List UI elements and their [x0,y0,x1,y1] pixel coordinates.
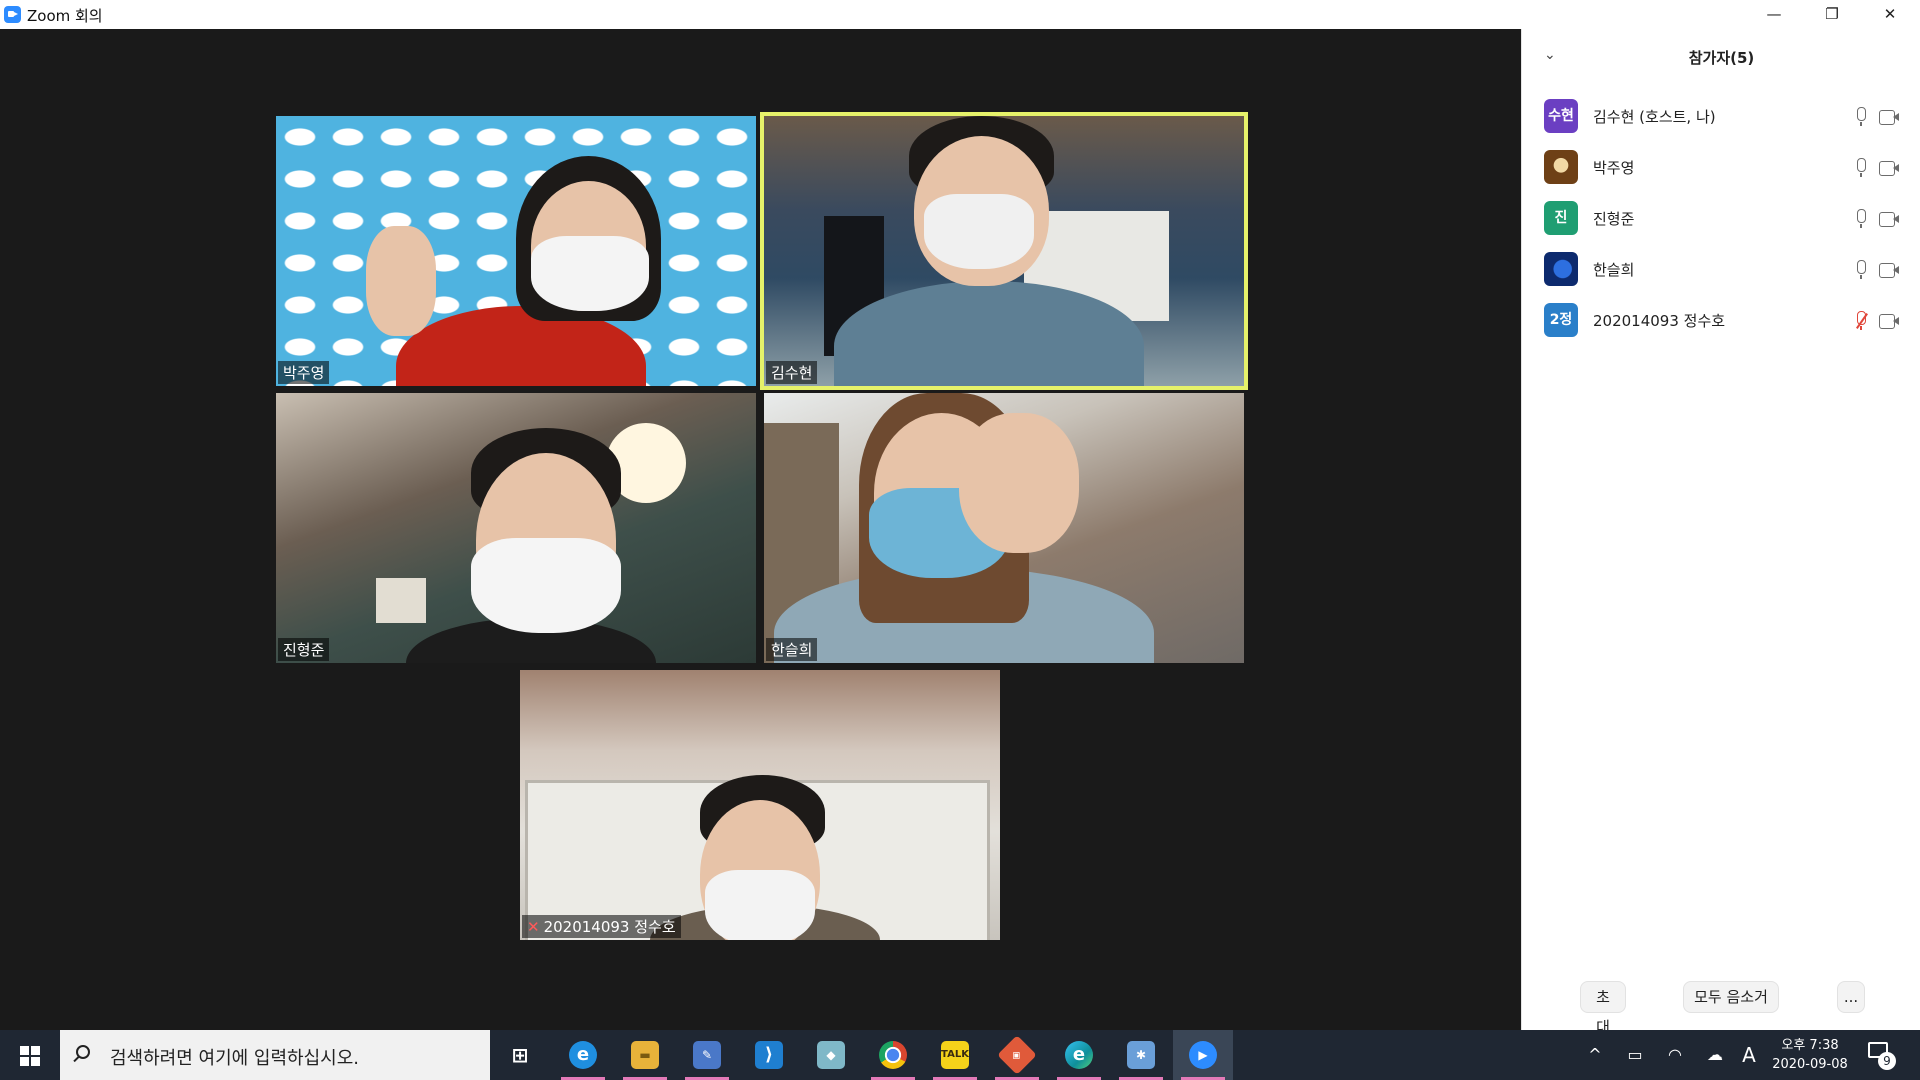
avatar: 2정 [1544,303,1578,337]
participant-name: 진형준 [1593,210,1635,228]
camera-icon[interactable] [1879,263,1901,278]
paint-icon[interactable]: ✱ [1111,1030,1171,1080]
video-gallery: 박주영 김수현 진형준 한슬희 ✕ 202014093 정수호 [0,29,1521,1030]
notification-center-icon[interactable]: 9 [1868,1042,1896,1070]
search-placeholder: 검색하려면 여기에 입력하십시오. [110,1048,360,1069]
kakaotalk-icon[interactable]: TALK [925,1030,985,1080]
vscode-glyph: ⟩ [755,1041,783,1069]
camera-icon[interactable] [1879,212,1901,227]
paint-glyph: ✱ [1127,1041,1155,1069]
close-button[interactable]: ✕ [1861,0,1919,29]
system-clock[interactable]: 오후 7:38 2020-09-08 [1765,1036,1855,1074]
participant-name-text: 202014093 정수호 [543,918,676,936]
video-tile-kim[interactable]: 김수현 [760,112,1248,390]
panel-footer: 초대 모두 음소거 ... [1522,981,1920,1036]
window-title: Zoom 회의 [27,7,103,25]
invite-button[interactable]: 초대 [1580,981,1626,1036]
internet-explorer-icon[interactable]: e [553,1030,613,1080]
panel-header: ⌄ 참가자(5) [1522,29,1920,85]
avatar [1544,252,1578,286]
task-view-icon[interactable]: ⊞ [490,1030,550,1080]
participant-name-label: 진형준 [278,638,330,661]
participant-row-park[interactable]: 박주영 [1522,142,1920,193]
participant-name: 202014093 정수호 [1593,312,1726,330]
battery-icon[interactable]: ▭ [1620,1030,1650,1080]
participant-name-label: 김수현 [766,361,818,384]
vscode-icon[interactable]: ⟩ [739,1030,799,1080]
show-hidden-icons-chevron-icon[interactable]: ^ [1580,1030,1610,1080]
participant-name-label: 박주영 [278,361,330,384]
chrome-icon[interactable]: ● [863,1030,923,1080]
search-icon [76,1045,90,1059]
ie-glyph: e [569,1041,597,1069]
notification-badge: 9 [1878,1052,1896,1070]
muted-microphone-icon[interactable] [1852,311,1870,331]
edge-icon[interactable]: e [1049,1030,1109,1080]
zoom-app-icon [4,6,21,23]
explorer-glyph: ▬ [631,1041,659,1069]
edge-glyph: e [1065,1041,1093,1069]
participant-video [764,393,1244,663]
participant-video [276,393,756,663]
task-view-glyph: ⊞ [511,1043,529,1067]
camera-icon[interactable] [1879,161,1901,176]
start-button[interactable] [0,1030,60,1080]
kakaotalk-glyph: TALK [941,1041,969,1069]
muted-mic-icon: ✕ [527,918,540,936]
zoom-icon[interactable]: ▶ [1173,1030,1233,1080]
participant-list: 수현 김수현 (호스트, 나) 박주영 진 진형준 한슬희 2정 2020140… [1522,91,1920,346]
windows-icon [20,1046,40,1066]
git-icon[interactable]: ◈ [987,1030,1047,1080]
participant-row-kim[interactable]: 수현 김수현 (호스트, 나) [1522,91,1920,142]
microphone-icon[interactable] [1852,158,1870,178]
participant-video [764,116,1244,386]
participant-name: 김수현 (호스트, 나) [1593,108,1716,126]
mute-all-button[interactable]: 모두 음소거 [1683,981,1779,1013]
video-tile-jin[interactable]: 진형준 [276,393,756,663]
app-icon[interactable]: ◆ [801,1030,861,1080]
notepad-icon[interactable]: ✎ [677,1030,737,1080]
participants-panel: ⌄ 참가자(5) 수현 김수현 (호스트, 나) 박주영 진 진형준 한슬희 2… [1521,29,1920,1036]
taskbar-search[interactable]: 검색하려면 여기에 입력하십시오. [60,1030,490,1080]
video-tile-han[interactable]: 한슬희 [764,393,1244,663]
participant-name-label: 한슬희 [766,638,818,661]
title-bar: Zoom 회의 — ❐ ✕ [0,0,1920,29]
microphone-icon[interactable] [1852,107,1870,127]
zoom-glyph: ▶ [1189,1041,1217,1069]
avatar [1544,150,1578,184]
chrome-glyph: ● [879,1041,907,1069]
microphone-icon[interactable] [1852,209,1870,229]
camera-icon[interactable] [1879,110,1901,125]
more-button[interactable]: ... [1837,981,1865,1013]
taskbar: 검색하려면 여기에 입력하십시오. ⊞ e ▬ ✎ ⟩ ◆ ● TALK ◈ e… [0,1030,1920,1080]
participant-row-jin[interactable]: 진 진형준 [1522,193,1920,244]
app-glyph: ◆ [817,1041,845,1069]
git-glyph: ◈ [997,1035,1037,1075]
minimize-button[interactable]: — [1745,0,1803,29]
participant-name-label: ✕ 202014093 정수호 [522,915,681,938]
notepad-glyph: ✎ [693,1041,721,1069]
avatar: 수현 [1544,99,1578,133]
clock-time: 오후 7:38 [1781,1038,1839,1053]
participant-video [520,670,1000,940]
video-tile-jung[interactable]: ✕ 202014093 정수호 [520,670,1000,940]
ime-indicator[interactable]: A [1736,1030,1762,1080]
video-tile-park[interactable]: 박주영 [276,116,756,386]
network-icon[interactable]: ◠ [1660,1030,1690,1080]
onedrive-cloud-icon[interactable]: ☁ [1700,1030,1730,1080]
camera-icon[interactable] [1879,314,1901,329]
participant-row-han[interactable]: 한슬희 [1522,244,1920,295]
participant-video [276,116,756,386]
file-explorer-icon[interactable]: ▬ [615,1030,675,1080]
participant-row-jung[interactable]: 2정 202014093 정수호 [1522,295,1920,346]
participant-name: 박주영 [1593,159,1635,177]
restore-button[interactable]: ❐ [1803,0,1861,29]
participant-name: 한슬희 [1593,261,1635,279]
clock-date: 2020-09-08 [1772,1057,1848,1072]
avatar: 진 [1544,201,1578,235]
microphone-icon[interactable] [1852,260,1870,280]
panel-title: 참가자(5) [1688,49,1755,67]
